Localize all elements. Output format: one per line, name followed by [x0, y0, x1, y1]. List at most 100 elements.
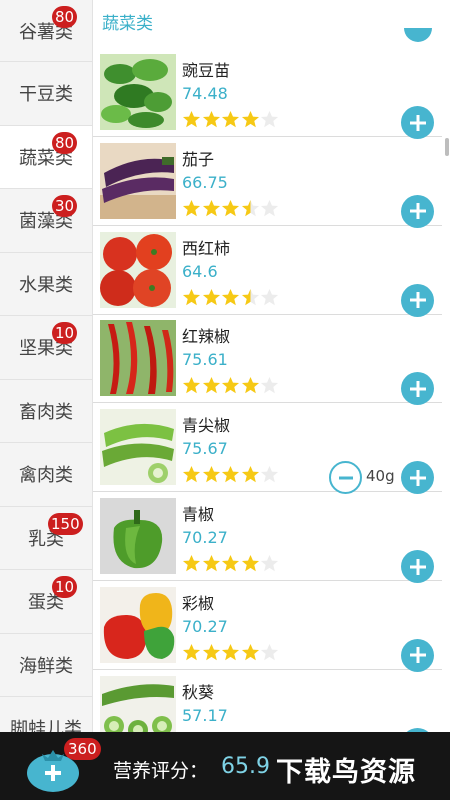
count-badge: 80 [52, 131, 78, 154]
star-rating [182, 376, 280, 396]
star-rating [182, 643, 280, 663]
food-item[interactable]: 彩椒 70.27 [93, 582, 442, 672]
star-icon [182, 643, 201, 661]
food-item[interactable]: 豌豆苗 74.48 [93, 49, 442, 139]
sidebar-item-9[interactable]: 蛋类 10 [0, 570, 92, 634]
star-icon [241, 643, 259, 661]
food-name: 彩椒 [182, 593, 215, 613]
nutrition-score-value: 65.9 [221, 754, 270, 779]
category-sidebar: 谷薯类 80 干豆类蔬菜类 80 菌藻类 30 水果类坚果类 10 畜肉类禽肉类乳类 150 蛋类 1… [0, 0, 93, 732]
star-rating [182, 554, 280, 574]
star-icon [260, 199, 279, 217]
star-icon [241, 377, 259, 394]
bottom-bar: 360 营养评分： 65.9 下载鸟资源 [0, 732, 450, 800]
sidebar-item-1[interactable]: 干豆类 [0, 62, 92, 126]
category-header: 蔬菜类 [93, 0, 450, 42]
sidebar-item-8[interactable]: 乳类 150 [0, 507, 92, 570]
star-icon [221, 466, 240, 483]
food-score: 66.75 [182, 172, 228, 192]
star-icon [221, 288, 240, 305]
app-screen: 谷薯类 80 干豆类 蔬菜类 80 菌藻类 30 水果类 坚果类 10 畜肉类 禽肉类 乳类 150 蛋类 1… [0, 0, 450, 800]
star-icon [260, 377, 279, 394]
scrollbar[interactable] [445, 138, 449, 156]
food-item[interactable]: 青尖椒 75.67 40g [93, 404, 442, 495]
food-name: 秋葵 [182, 682, 215, 702]
sidebar-item-label: 畜肉类 [19, 401, 73, 423]
food-item[interactable]: 茄子 66.75 [93, 138, 442, 228]
add-button[interactable] [401, 194, 434, 228]
sidebar-item-label: 脚蛙儿类 [10, 719, 82, 732]
star-icon [241, 466, 259, 483]
food-item[interactable]: 秋葵 57.17 [93, 671, 442, 732]
star-icon [241, 288, 259, 305]
sidebar-item-4[interactable]: 水果类 [0, 253, 92, 316]
bell-pepper-photo [100, 586, 176, 663]
food-name: 豌豆苗 [182, 61, 231, 80]
sidebar-item-6[interactable]: 畜肉类 [0, 380, 92, 443]
food-name: 青椒 [182, 505, 215, 524]
count-badge: 150 [48, 512, 83, 535]
tomato-photo [100, 231, 176, 308]
star-icon [260, 288, 279, 305]
red-chili-photo [100, 320, 176, 397]
star-icon [182, 288, 201, 305]
count-badge: 30 [52, 195, 78, 217]
star-icon [221, 377, 240, 394]
star-rating [182, 465, 280, 485]
add-button[interactable] [401, 372, 434, 406]
food-score: 64.6 [182, 261, 218, 281]
food-name: 茄子 [182, 149, 215, 169]
star-icon [202, 466, 220, 483]
add-button[interactable] [401, 461, 434, 495]
food-score: 74.48 [182, 84, 228, 103]
cart-count-badge: 360 [64, 738, 101, 760]
star-icon [241, 554, 259, 572]
star-icon [260, 643, 279, 661]
food-item[interactable]: 红辣椒 75.61 [93, 315, 442, 406]
watermark-text: 下载鸟资源 [276, 757, 416, 788]
food-name: 青尖椒 [182, 416, 231, 436]
food-score: 70.27 [182, 616, 228, 636]
sidebar-item-label: 水果类 [19, 274, 73, 296]
star-icon [260, 554, 279, 572]
star-rating [182, 110, 280, 130]
sidebar-item-5[interactable]: 坚果类 10 [0, 316, 92, 380]
food-item[interactable]: 青椒 70.27 [93, 493, 442, 583]
sidebar-item-2[interactable]: 蔬菜类 80 [0, 125, 92, 189]
sidebar-item-11[interactable]: 脚蛙儿类 [0, 697, 92, 732]
sidebar-item-3[interactable]: 菌藻类 30 [0, 189, 92, 253]
add-button[interactable] [401, 550, 434, 583]
sidebar-item-0[interactable]: 谷薯类 80 [0, 0, 92, 62]
star-icon [182, 554, 201, 572]
food-score: 75.61 [182, 350, 228, 370]
food-item[interactable]: 西红柿 64.6 [93, 227, 442, 317]
add-button[interactable] [401, 638, 434, 672]
sidebar-item-7[interactable]: 禽肉类 [0, 443, 92, 507]
star-rating [182, 288, 280, 308]
star-icon [202, 643, 220, 661]
nutrition-score-label: 营养评分： [113, 760, 209, 782]
sidebar-item-label: 禽肉类 [19, 465, 73, 487]
food-score: 57.17 [182, 705, 228, 725]
pea-shoots-photo [100, 54, 176, 130]
add-button[interactable] [401, 106, 434, 139]
star-icon [182, 377, 201, 394]
star-icon [260, 466, 279, 483]
sidebar-item-label: 干豆类 [19, 84, 73, 106]
add-button[interactable] [401, 283, 434, 317]
star-icon [202, 554, 220, 572]
food-list[interactable]: 豌豆苗 74.48 茄子 66.75 西红柿 64.6 红辣椒 75.61 青尖椒 75.67 40… [93, 49, 450, 732]
star-icon [202, 110, 220, 128]
star-icon [221, 110, 240, 128]
star-icon [202, 199, 220, 217]
star-icon [221, 199, 240, 217]
star-icon [182, 466, 201, 483]
star-icon [182, 199, 201, 217]
food-name: 西红柿 [182, 238, 231, 258]
star-icon [202, 377, 220, 394]
count-badge: 80 [52, 6, 78, 28]
sidebar-item-10[interactable]: 海鲜类 [0, 634, 92, 697]
star-icon [221, 643, 240, 661]
decrease-button[interactable] [329, 461, 362, 495]
food-score: 75.67 [182, 439, 228, 459]
